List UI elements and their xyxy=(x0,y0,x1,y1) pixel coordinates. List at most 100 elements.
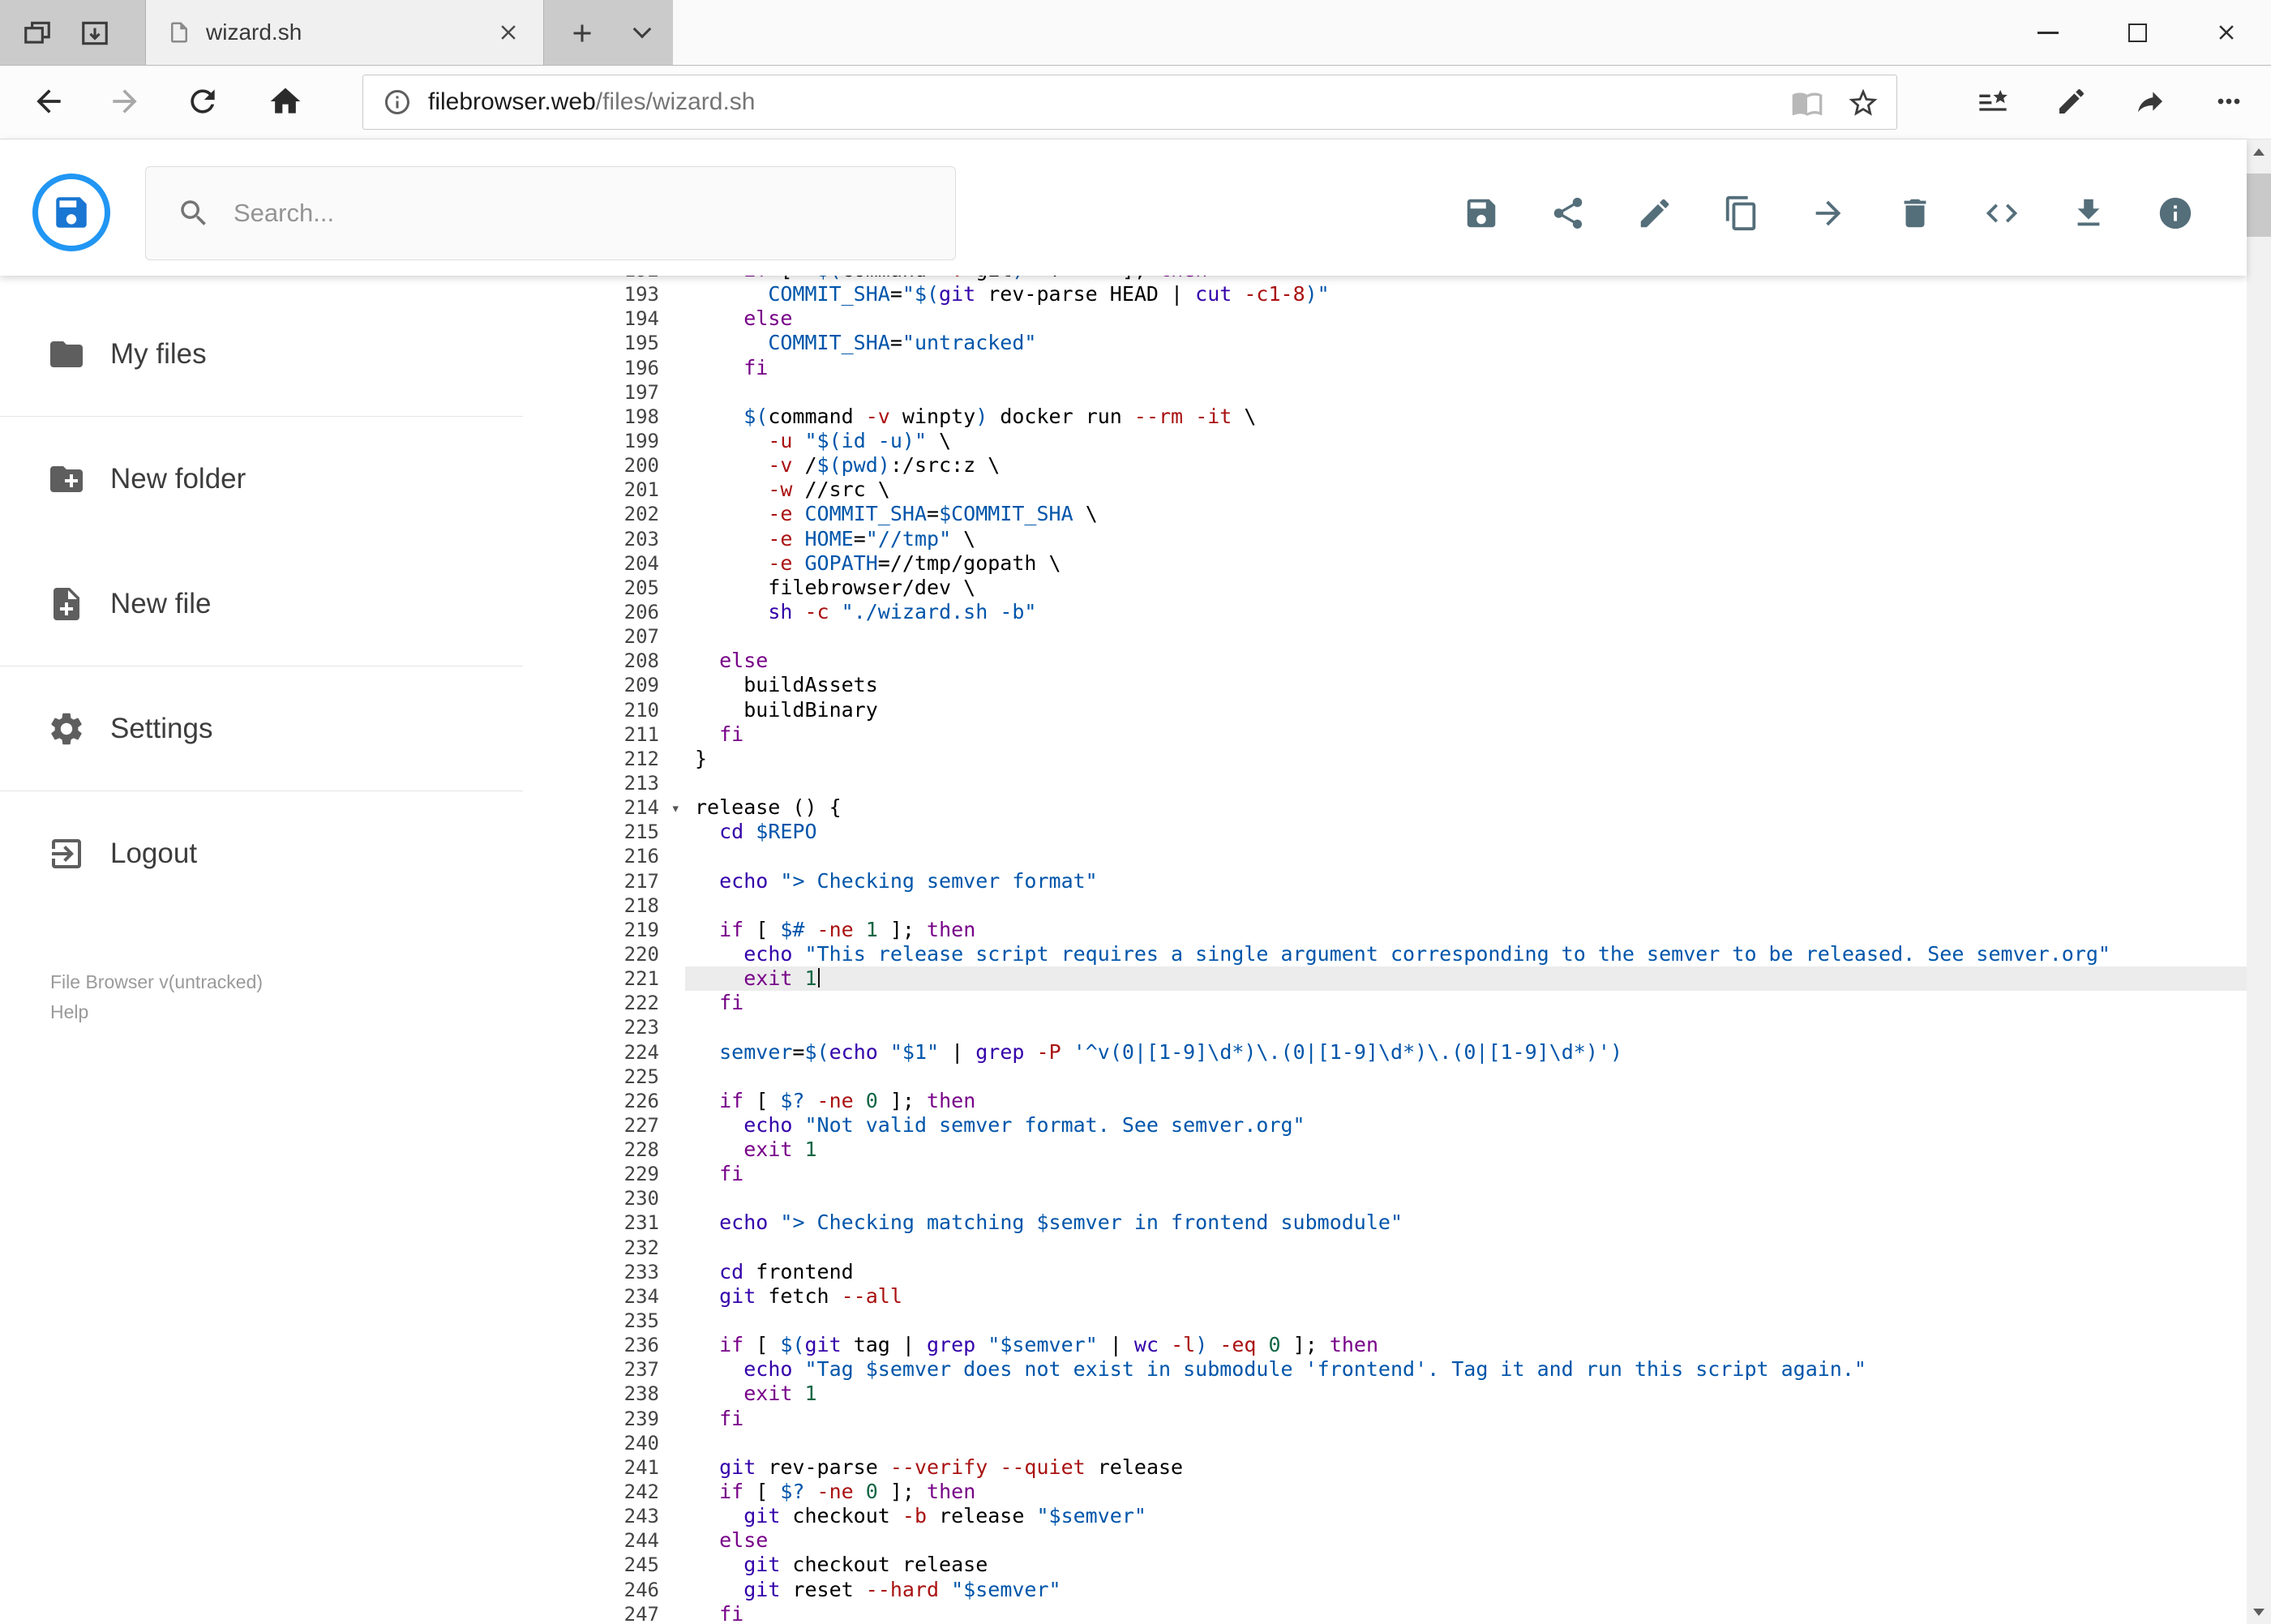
code-line[interactable]: 234 git fetch --all xyxy=(523,1284,2247,1309)
reading-view-icon[interactable] xyxy=(1791,87,1823,119)
new-tab-button[interactable] xyxy=(568,19,597,48)
code-text[interactable]: $(command -v winpty) docker run --rm -it… xyxy=(685,405,2247,429)
code-text[interactable] xyxy=(685,624,2247,649)
copy-button[interactable] xyxy=(1717,189,1766,238)
code-line[interactable]: 203 -e HOME="//tmp" \ xyxy=(523,527,2247,551)
code-text[interactable]: -e GOPATH=//tmp/gopath \ xyxy=(685,551,2247,576)
code-line[interactable]: 206 sh -c "./wizard.sh -b" xyxy=(523,600,2247,624)
raw-button[interactable] xyxy=(1977,189,2026,238)
delete-button[interactable] xyxy=(1891,189,1939,238)
code-line[interactable]: 212} xyxy=(523,747,2247,771)
code-line[interactable]: 220 echo "This release script requires a… xyxy=(523,942,2247,966)
code-line[interactable]: 238 exit 1 xyxy=(523,1382,2247,1406)
code-line[interactable]: 201 -w //src \ xyxy=(523,478,2247,502)
favorite-star-icon[interactable] xyxy=(1846,86,1880,120)
forward-button[interactable] xyxy=(107,84,143,119)
code-line[interactable]: 198 $(command -v winpty) docker run --rm… xyxy=(523,405,2247,429)
code-text[interactable] xyxy=(685,1431,2247,1455)
download-button[interactable] xyxy=(2064,189,2113,238)
code-text[interactable] xyxy=(685,771,2247,795)
scrollbar-thumb[interactable] xyxy=(2247,174,2271,237)
code-line[interactable]: 211 fi xyxy=(523,722,2247,747)
browser-tab[interactable]: wizard.sh xyxy=(145,0,544,65)
set-tabs-aside-icon[interactable] xyxy=(79,18,110,49)
code-text[interactable]: else xyxy=(685,1528,2247,1553)
code-line[interactable]: 245 git checkout release xyxy=(523,1553,2247,1577)
code-line[interactable]: 229 fi xyxy=(523,1162,2247,1186)
code-text[interactable]: -v /$(pwd):/src:z \ xyxy=(685,453,2247,478)
tab-preview-icon[interactable] xyxy=(22,18,53,49)
code-text[interactable]: -e HOME="//tmp" \ xyxy=(685,527,2247,551)
code-text[interactable]: cd $REPO xyxy=(685,820,2247,844)
code-text[interactable]: if [ $? -ne 0 ]; then xyxy=(685,1480,2247,1504)
code-line[interactable]: 213 xyxy=(523,771,2247,795)
code-text[interactable]: release () { xyxy=(685,795,2247,820)
code-line[interactable]: 204 -e GOPATH=//tmp/gopath \ xyxy=(523,551,2247,576)
code-text[interactable]: if [ $(git tag | grep "$semver" | wc -l)… xyxy=(685,1333,2247,1357)
code-line[interactable]: 222 fi xyxy=(523,991,2247,1015)
code-line[interactable]: 215 cd $REPO xyxy=(523,820,2247,844)
code-text[interactable]: -w //src \ xyxy=(685,478,2247,502)
code-text[interactable]: echo "This release script requires a sin… xyxy=(685,942,2247,966)
code-text[interactable] xyxy=(685,1186,2247,1211)
code-line[interactable]: 214 ▾ release () { xyxy=(523,795,2247,820)
code-text[interactable] xyxy=(685,1309,2247,1333)
code-text[interactable] xyxy=(685,1236,2247,1260)
code-line[interactable]: 200 -v /$(pwd):/src:z \ xyxy=(523,453,2247,478)
code-line[interactable]: 233 cd frontend xyxy=(523,1260,2247,1284)
window-close-button[interactable] xyxy=(2182,0,2271,65)
code-line[interactable]: 235 xyxy=(523,1309,2247,1333)
code-line[interactable]: 236 if [ $(git tag | grep "$semver" | wc… xyxy=(523,1333,2247,1357)
code-line[interactable]: 230 xyxy=(523,1186,2247,1211)
code-line[interactable]: 199 -u "$(id -u)" \ xyxy=(523,429,2247,453)
code-text[interactable]: fi xyxy=(685,991,2247,1015)
code-line[interactable]: 194 else xyxy=(523,306,2247,331)
code-text[interactable]: semver=$(echo "$1" | grep -P '^v(0|[1-9]… xyxy=(685,1040,2247,1065)
code-line[interactable]: 224 semver=$(echo "$1" | grep -P '^v(0|[… xyxy=(523,1040,2247,1065)
code-line[interactable]: 227 echo "Not valid semver format. See s… xyxy=(523,1113,2247,1138)
code-line[interactable]: 197 xyxy=(523,380,2247,405)
code-line[interactable]: 221 exit 1 xyxy=(523,966,2247,992)
sidebar-item-new-folder[interactable]: New folder xyxy=(0,417,523,542)
back-button[interactable] xyxy=(31,84,66,119)
code-text[interactable]: fi xyxy=(685,722,2247,747)
more-options-icon[interactable] xyxy=(2213,85,2245,118)
code-text[interactable]: cd frontend xyxy=(685,1260,2247,1284)
code-line[interactable]: 239 fi xyxy=(523,1407,2247,1431)
code-text[interactable] xyxy=(685,1065,2247,1089)
code-line[interactable]: 244 else xyxy=(523,1528,2247,1553)
code-text[interactable]: echo "Not valid semver format. See semve… xyxy=(685,1113,2247,1138)
code-text[interactable]: exit 1 xyxy=(685,1382,2247,1406)
address-bar[interactable]: filebrowser.web/files/wizard.sh xyxy=(362,75,1897,130)
scroll-down-arrow[interactable] xyxy=(2247,1600,2271,1624)
code-text[interactable]: git rev-parse --verify --quiet release xyxy=(685,1455,2247,1480)
code-text[interactable]: echo "> Checking matching $semver in fro… xyxy=(685,1211,2247,1235)
code-line[interactable]: 242 if [ $? -ne 0 ]; then xyxy=(523,1480,2247,1504)
code-line[interactable]: 219 if [ $# -ne 1 ]; then xyxy=(523,918,2247,942)
sidebar-item-settings[interactable]: Settings xyxy=(0,666,523,791)
code-line[interactable]: 205 filebrowser/dev \ xyxy=(523,576,2247,600)
move-button[interactable] xyxy=(1804,189,1853,238)
code-line[interactable]: 210 buildBinary xyxy=(523,698,2247,722)
help-link[interactable]: Help xyxy=(50,997,263,1027)
page-scrollbar[interactable] xyxy=(2247,139,2271,1624)
code-line[interactable]: 207 xyxy=(523,624,2247,649)
code-text[interactable] xyxy=(685,380,2247,405)
search-input[interactable] xyxy=(234,199,898,228)
window-maximize-button[interactable] xyxy=(2093,0,2182,65)
code-line[interactable]: 237 echo "Tag $semver does not exist in … xyxy=(523,1357,2247,1382)
code-text[interactable]: buildAssets xyxy=(685,673,2247,697)
site-info-icon[interactable] xyxy=(383,88,412,117)
code-line[interactable]: 241 git rev-parse --verify --quiet relea… xyxy=(523,1455,2247,1480)
code-text[interactable]: exit 1 xyxy=(685,966,2247,992)
code-editor[interactable]: 192 if [ "$(command -v git)" != "" ]; th… xyxy=(523,139,2247,1624)
info-button[interactable] xyxy=(2151,189,2200,238)
code-line[interactable]: 218 xyxy=(523,893,2247,918)
refresh-button[interactable] xyxy=(185,84,221,119)
code-text[interactable]: git checkout -b release "$semver" xyxy=(685,1504,2247,1528)
code-line[interactable]: 247 fi xyxy=(523,1602,2247,1624)
share-page-icon[interactable] xyxy=(2134,85,2166,118)
hub-favorites-icon[interactable] xyxy=(1977,85,2009,118)
code-line[interactable]: 228 exit 1 xyxy=(523,1138,2247,1162)
code-line[interactable]: 232 xyxy=(523,1236,2247,1260)
